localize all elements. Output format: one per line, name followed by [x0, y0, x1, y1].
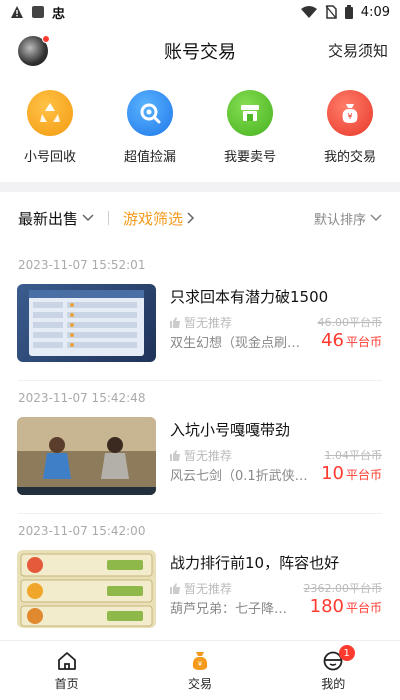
notification-badge: 1: [338, 645, 355, 661]
thumbs-up-icon: [170, 317, 180, 328]
action-recycle[interactable]: 小号回收: [0, 90, 100, 165]
recycle-icon: [27, 90, 73, 136]
filter-bar: 最新出售 游戏筛选 默认排序: [0, 200, 400, 236]
price-value: 180: [309, 596, 344, 617]
list-divider: [18, 513, 382, 514]
quick-actions: 小号回收 超值捡漏 我要卖号 ¥ 我的交易: [0, 90, 400, 165]
svg-text:¥: ¥: [198, 660, 203, 668]
price-unit: 平台币: [345, 601, 382, 615]
game-filter-label: 游戏筛选: [123, 209, 184, 228]
avatar-notification-dot: [42, 35, 50, 43]
nav-profile[interactable]: 我的 1: [267, 641, 400, 700]
app-header: 账号交易 交易须知: [0, 24, 400, 76]
listing-item[interactable]: 2023-11-07 15:42:48 入坑小号嘎嘎带劲 暂无推荐 风云七剑（0…: [0, 391, 400, 511]
default-sort-label: 默认排序: [313, 212, 366, 228]
nav-home[interactable]: 首页: [0, 641, 133, 700]
nav-label: 首页: [54, 676, 79, 691]
listing-date: 2023-11-07 15:52:01: [18, 258, 146, 272]
listing-price: 180 平台币: [310, 596, 382, 617]
warning-icon: [11, 6, 23, 18]
original-price: 1.04平台币: [324, 449, 383, 462]
action-label: 我的交易: [323, 150, 376, 165]
recommend-text: 暂无推荐: [184, 316, 233, 330]
listing-desc: 双生幻想（现金点刷…: [170, 336, 301, 351]
status-app-glyph: 忠: [52, 6, 66, 22]
price-value: 46: [321, 330, 344, 351]
status-time: 4:09: [360, 4, 390, 20]
chevron-down-icon: [370, 214, 382, 222]
listing-price: 46 平台币: [321, 330, 382, 351]
original-price: 2362.00平台币: [303, 582, 383, 595]
recommend-row: 暂无推荐: [170, 314, 232, 331]
chevron-down-icon: [82, 214, 94, 222]
chevron-right-icon: [187, 212, 195, 224]
nav-label: 我的: [321, 676, 346, 691]
action-label: 我要卖号: [223, 150, 276, 165]
magnifier-icon: [127, 90, 173, 136]
action-sell[interactable]: 我要卖号: [200, 90, 300, 165]
recommend-row: 暂无推荐: [170, 580, 232, 597]
bottom-nav: 首页 ¥ 交易 我的 1: [0, 640, 400, 700]
action-bargain[interactable]: 超值捡漏: [100, 90, 200, 165]
listing-title: 只求回本有潜力破1500: [170, 288, 329, 306]
recommend-text: 暂无推荐: [184, 582, 233, 596]
shop-icon: [227, 90, 273, 136]
notification-square-icon: [32, 6, 44, 18]
listing-desc: 葫芦兄弟：七子降…: [170, 602, 288, 617]
recommend-row: 暂无推荐: [170, 447, 232, 464]
listing-date: 2023-11-07 15:42:00: [18, 524, 146, 538]
list-divider: [18, 380, 382, 381]
listing-thumbnail[interactable]: [17, 550, 156, 628]
listing-date: 2023-11-07 15:42:48: [18, 391, 146, 405]
money-bag-icon: ¥: [327, 90, 373, 136]
nav-label: 交易: [187, 676, 212, 691]
listing-title: 战力排行前10，阵容也好: [170, 554, 340, 572]
listing-desc: 风云七剑（0.1折武侠…: [170, 469, 308, 484]
price-value: 10: [321, 463, 344, 484]
listing-thumbnail[interactable]: [17, 417, 156, 495]
wifi-icon: [300, 6, 317, 18]
listing-price: 10 平台币: [321, 463, 382, 484]
listing-item[interactable]: 2023-11-07 15:42:00 战力排行前10，阵容也好 暂无推荐 葫芦…: [0, 524, 400, 640]
listing-thumbnail[interactable]: [17, 284, 156, 362]
original-price: 46.00平台币: [317, 316, 383, 329]
battery-icon: [344, 5, 353, 19]
default-sort-dropdown[interactable]: 默认排序: [314, 209, 382, 228]
action-label: 小号回收: [23, 150, 76, 165]
action-my-trades[interactable]: ¥ 我的交易: [300, 90, 400, 165]
game-filter-button[interactable]: 游戏筛选: [123, 208, 195, 229]
action-label: 超值捡漏: [123, 150, 176, 165]
price-unit: 平台币: [345, 335, 382, 349]
home-icon: [57, 651, 76, 670]
sort-label: 最新出售: [18, 209, 79, 228]
trade-notice-link[interactable]: 交易须知: [328, 40, 388, 61]
listing-item[interactable]: 2023-11-07 15:52:01 只求回本有潜力破1500 暂无推荐 双生…: [0, 258, 400, 378]
svg-text:¥: ¥: [347, 112, 352, 121]
filter-divider: [108, 211, 110, 225]
no-sim-icon: [325, 5, 337, 19]
listing-title: 入坑小号嘎嘎带劲: [170, 421, 291, 439]
nav-trade[interactable]: ¥ 交易: [133, 641, 266, 700]
status-bar: 忠 4:09: [0, 0, 400, 24]
money-bag-icon: ¥: [192, 651, 208, 670]
sort-newest-dropdown[interactable]: 最新出售: [18, 208, 94, 229]
thumbs-up-icon: [170, 450, 180, 461]
recommend-text: 暂无推荐: [184, 449, 233, 463]
price-unit: 平台币: [345, 468, 382, 482]
thumbs-up-icon: [170, 583, 180, 594]
section-divider: [0, 182, 400, 192]
